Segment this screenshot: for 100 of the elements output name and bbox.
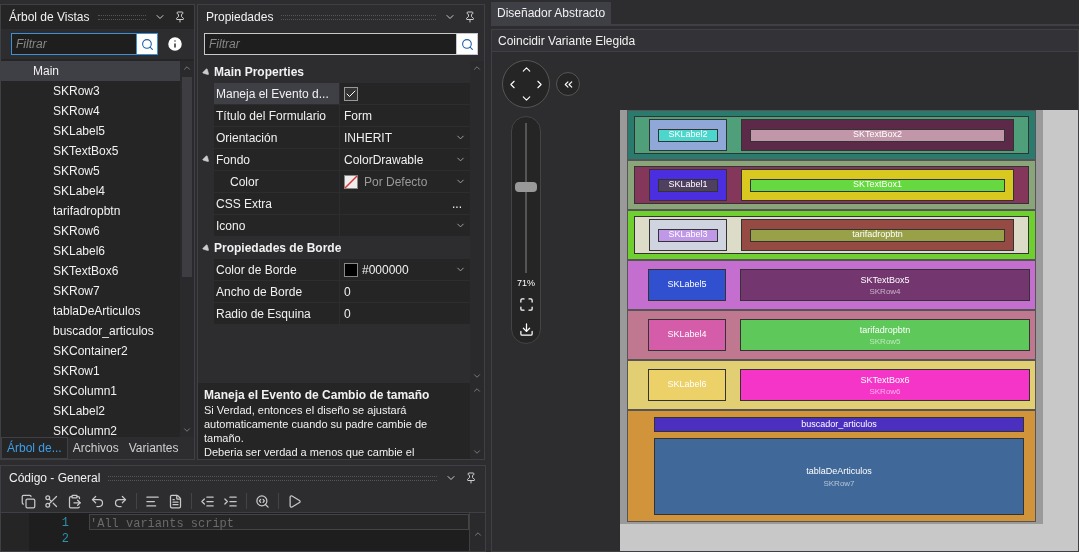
designer-row[interactable]: SKLabel4 tarifadropbtn SKRow5 [627, 310, 1036, 360]
collapse-button[interactable] [556, 72, 580, 96]
lines-icon[interactable] [145, 493, 160, 509]
tree-item[interactable]: SKTextBox5 [1, 141, 180, 161]
indent-icon[interactable] [223, 493, 238, 509]
document-icon[interactable] [168, 493, 183, 509]
line-number: 1 [60, 515, 69, 530]
element-label: SKTextBox2 [853, 128, 902, 142]
ellipsis-button[interactable]: ... [452, 194, 466, 213]
zoom-slider[interactable] [514, 123, 538, 273]
tree-item[interactable]: SKLabel2 [1, 401, 180, 421]
designer-element[interactable]: SKLabel5 [648, 269, 726, 301]
element-label: tarifadropbtn [852, 228, 903, 242]
toolbar-label: Coincidir Variante Elegida [498, 32, 636, 50]
scrollbar[interactable] [469, 513, 485, 551]
tree-item[interactable]: SKRow1 [1, 361, 180, 381]
category-title: Main Properties [214, 64, 305, 81]
designer-row[interactable]: SKLabel5 SKTextBox5 SKRow4 [627, 260, 1036, 310]
scroll-down-icon[interactable] [472, 371, 482, 381]
tree-item[interactable]: SKColumn1 [1, 381, 180, 401]
code-editor[interactable]: 1 2 'All variants script [29, 513, 469, 551]
property-name[interactable]: CSS Extra [214, 193, 340, 214]
tree-item[interactable]: tarifadropbtn [1, 201, 180, 221]
scissors-icon[interactable] [44, 493, 59, 509]
property-name[interactable]: Color [214, 171, 340, 192]
panel-tab[interactable]: Árbol de... [1, 437, 68, 459]
tree-item[interactable]: tablaDeArticulos [1, 301, 180, 321]
panel-tab[interactable]: Archivos [67, 437, 124, 459]
clipboard-icon[interactable] [67, 493, 82, 509]
tree-item[interactable]: SKLabel6 [1, 241, 180, 261]
designer-element[interactable]: buscador_articulos [654, 417, 1024, 432]
scroll-up-icon[interactable] [182, 63, 192, 73]
scroll-up-icon[interactable] [472, 529, 483, 539]
property-name[interactable]: Orientación [214, 127, 340, 148]
designer-element[interactable]: SKTextBox5 SKRow4 [740, 269, 1030, 301]
property-name[interactable]: Radio de Esquina [214, 303, 340, 324]
element-label: SKLabel2 [668, 128, 708, 142]
tree-item[interactable]: SKRow3 [1, 81, 180, 101]
pan-control[interactable] [502, 60, 550, 108]
description-text: Si Verdad, entonces el diseño se ajustará automaticamente cuando su padre cambie de tamaño. [204, 403, 429, 445]
scrollbar[interactable] [470, 383, 484, 459]
tree-item[interactable]: Main [1, 61, 180, 81]
element-label: SKLabel5 [667, 278, 707, 292]
property-name[interactable]: Icono [214, 215, 340, 236]
element-label: tarifadropbtn [859, 323, 911, 337]
copy-icon[interactable] [21, 493, 36, 509]
import-icon[interactable] [518, 321, 534, 337]
tree-item[interactable]: SKTextBox6 [1, 261, 180, 281]
row-label: SKRow4 [869, 287, 901, 297]
row-label: SKRow7 [823, 478, 855, 488]
checkbox[interactable] [344, 86, 358, 101]
tree-item[interactable]: buscador_articulos [1, 321, 180, 341]
property-name[interactable]: Fondo [214, 149, 340, 170]
document-tab[interactable]: Diseñador Abstracto [491, 2, 612, 24]
pin-icon[interactable] [174, 11, 186, 23]
tree-item[interactable]: SKLabel4 [1, 181, 180, 201]
pin-icon[interactable] [465, 472, 477, 484]
info-icon[interactable] [166, 35, 184, 53]
designer-element[interactable]: SKLabel1 [649, 169, 727, 201]
property-value: INHERIT [344, 129, 392, 147]
fit-icon[interactable] [518, 296, 534, 312]
property-name[interactable]: Ancho de Borde [214, 281, 340, 302]
property-name[interactable]: Maneja el Evento d... [214, 83, 340, 104]
search-icon[interactable] [255, 493, 270, 509]
tree-item[interactable]: SKRow4 [1, 101, 180, 121]
tree-item[interactable]: SKLabel5 [1, 121, 180, 141]
panel-tab[interactable]: Variantes [123, 437, 184, 459]
element-label: buscador_articulos [801, 417, 877, 431]
designer-element[interactable]: SKLabel4 [648, 319, 726, 351]
pin-icon[interactable] [464, 11, 476, 23]
element-label: tablaDeArticulos [806, 465, 872, 479]
scroll-up-icon[interactable] [472, 385, 482, 395]
designer-element[interactable]: tablaDeArticulos SKRow7 [654, 438, 1024, 515]
scrollbar[interactable] [180, 61, 194, 437]
undo-icon[interactable] [90, 493, 105, 509]
tree-item[interactable]: SKRow7 [1, 281, 180, 301]
tree-item[interactable]: SKContainer2 [1, 341, 180, 361]
tree-item[interactable]: SKRow5 [1, 161, 180, 181]
designer-row[interactable]: buscador_articulos tablaDeArticulos SKRow7 [627, 410, 1036, 522]
play-icon[interactable] [287, 493, 302, 509]
scroll-down-icon[interactable] [472, 447, 482, 457]
element-label: SKLabel3 [668, 228, 708, 242]
scroll-up-icon[interactable] [472, 63, 482, 73]
line-number: 2 [60, 531, 69, 546]
property-name[interactable]: Título del Formulario [214, 105, 340, 126]
property-value: Form [344, 107, 372, 125]
filter-field[interactable]: Filtrar [204, 33, 456, 55]
redo-icon[interactable] [113, 493, 128, 509]
property-value: ColorDrawable [344, 151, 424, 169]
scroll-down-icon[interactable] [182, 425, 192, 435]
tree-item[interactable]: SKRow6 [1, 221, 180, 241]
expand-icon[interactable] [201, 243, 211, 253]
slider-thumb[interactable] [515, 181, 537, 192]
expand-icon[interactable] [201, 154, 211, 165]
property-name[interactable]: Color de Borde [214, 259, 340, 280]
designer-row[interactable]: SKLabel1 SKTextBox1 [627, 160, 1036, 210]
filter-field[interactable]: Filtrar [11, 33, 136, 55]
expand-icon[interactable] [201, 67, 211, 77]
tree-item[interactable]: SKColumn2 [1, 421, 180, 437]
outdent-icon[interactable] [200, 493, 215, 509]
